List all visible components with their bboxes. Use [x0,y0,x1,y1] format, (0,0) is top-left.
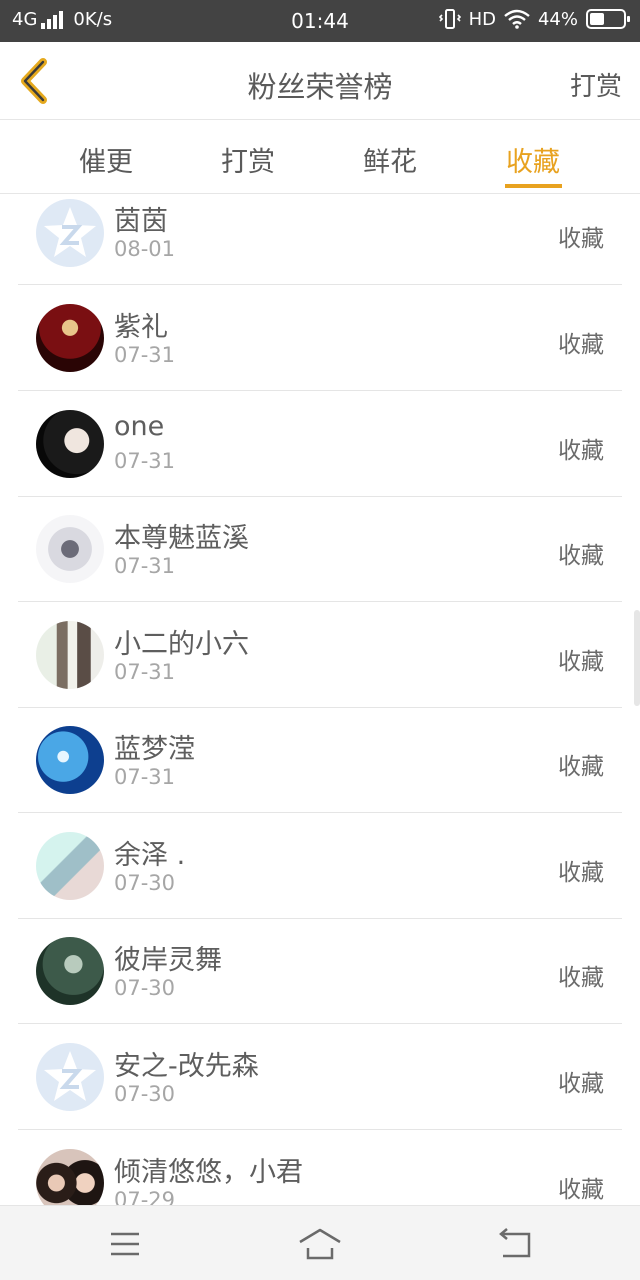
user-date: 07-31 [114,765,176,789]
photo-avatar [36,304,104,372]
user-name: 余泽 . [114,840,186,871]
list-item[interactable]: 小二的小六 07-31 收藏 [0,602,640,708]
fan-list: 茵茵 08-01 收藏 紫礼 07-31 收藏 one 07-31 收藏 本尊魅… [0,195,640,1205]
list-item[interactable]: 茵茵 08-01 收藏 [0,195,640,285]
list-item[interactable]: 紫礼 07-31 收藏 [0,285,640,391]
action-label: 收藏 [558,1177,604,1203]
default-avatar [36,199,104,267]
status-bar: 4G 0K/s 01:44 HD 44% [0,0,640,42]
action-label: 收藏 [558,754,604,780]
reward-button[interactable]: 打赏 [570,66,622,103]
user-name: one [114,411,165,442]
tab-favorites[interactable]: 收藏 [483,140,583,179]
action-label: 收藏 [558,649,604,675]
tab-flowers[interactable]: 鲜花 [340,140,440,179]
user-name: 茵茵 [114,206,168,237]
user-date: 08-01 [114,237,176,261]
hd-badge: HD [468,8,496,30]
user-date: 07-30 [114,1082,176,1106]
tab-reward[interactable]: 打赏 [198,140,298,179]
menu-icon[interactable] [103,1226,147,1262]
list-item[interactable]: 蓝梦滢 07-31 收藏 [0,707,640,813]
user-date: 07-31 [114,343,176,367]
action-label: 收藏 [558,438,604,464]
action-label: 收藏 [558,332,604,358]
user-name: 彼岸灵舞 [114,945,222,976]
tab-bar: 催更 打赏 鲜花 收藏 [0,120,640,194]
user-name: 蓝梦滢 [114,734,195,765]
list-item[interactable]: 彼岸灵舞 07-30 收藏 [0,918,640,1024]
star-logo-icon [44,207,96,257]
list-item[interactable]: 安之-改先森 07-30 收藏 [0,1024,640,1130]
action-label: 收藏 [558,543,604,569]
battery-percent: 44% [537,8,578,30]
list-item[interactable]: one 07-31 收藏 [0,391,640,497]
photo-avatar [36,1149,104,1205]
vibrate-icon [438,9,461,29]
system-nav-bar [0,1205,640,1280]
battery-icon [586,9,630,29]
status-icons: HD 44% [438,8,630,30]
photo-avatar [36,937,104,1005]
page-title: 粉丝荣誉榜 [247,70,393,104]
list-item[interactable]: 余泽 . 07-30 收藏 [0,813,640,919]
user-date: 07-30 [114,871,176,895]
user-date: 07-29 [114,1188,176,1205]
user-name: 紫礼 [114,312,168,343]
user-name: 本尊魅蓝溪 [114,523,249,554]
photo-avatar [36,515,104,583]
photo-avatar [36,621,104,689]
user-date: 07-31 [114,660,176,684]
user-date: 07-31 [114,449,176,473]
home-icon[interactable] [298,1226,342,1262]
app-header: 粉丝荣誉榜 打赏 [0,42,640,120]
back-icon[interactable] [493,1226,537,1262]
action-label: 收藏 [558,860,604,886]
active-tab-indicator [505,184,562,188]
user-name: 小二的小六 [114,629,249,660]
list-item[interactable]: 倾清悠悠，小君 07-29 收藏 [0,1130,640,1205]
action-label: 收藏 [558,965,604,991]
action-label: 收藏 [558,1071,604,1097]
photo-avatar [36,832,104,900]
wifi-icon [504,9,530,29]
star-logo-icon [44,1051,96,1101]
default-avatar [36,1043,104,1111]
user-name: 倾清悠悠，小君 [114,1157,303,1188]
battery-level [590,13,604,25]
user-name: 安之-改先森 [114,1051,259,1082]
list-item[interactable]: 本尊魅蓝溪 07-31 收藏 [0,496,640,602]
photo-avatar [36,410,104,478]
user-date: 07-30 [114,976,176,1000]
user-date: 07-31 [114,554,176,578]
photo-avatar [36,726,104,794]
tab-urge[interactable]: 催更 [56,140,156,179]
scrollbar[interactable] [634,610,640,706]
action-label: 收藏 [558,226,604,252]
